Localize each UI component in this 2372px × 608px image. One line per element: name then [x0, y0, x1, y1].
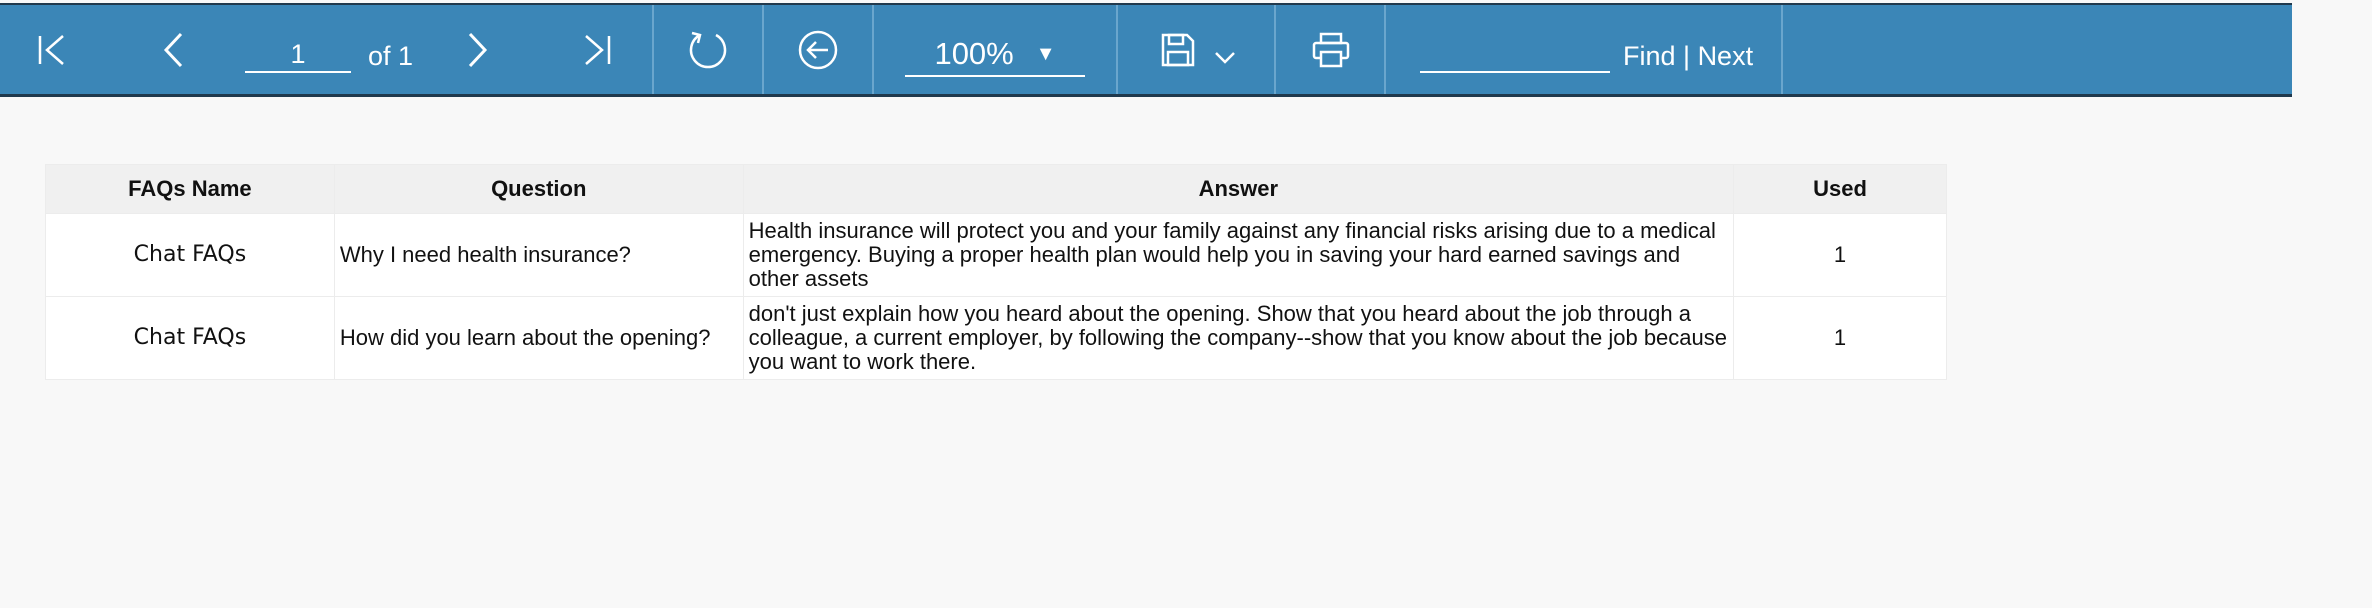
prev-page-icon — [163, 32, 183, 67]
cell-used: 1 — [1733, 213, 1947, 297]
first-page-button[interactable] — [30, 5, 74, 94]
print-icon — [1312, 32, 1350, 67]
table-row: Chat FAQs Why I need health insurance? H… — [45, 213, 1947, 297]
page-number-input[interactable]: 1 — [245, 37, 351, 73]
toolbar-divider — [1116, 5, 1118, 94]
faq-table: FAQs Name Question Answer Used Chat FAQs… — [45, 164, 1947, 380]
last-page-icon — [585, 34, 611, 65]
cell-question: Why I need health insurance? — [333, 213, 744, 297]
cell-faqs-name: Chat FAQs — [45, 296, 335, 380]
column-header-faqs-name: FAQs Name — [45, 164, 335, 214]
export-dropdown-button[interactable] — [1210, 13, 1240, 102]
refresh-icon — [689, 31, 727, 68]
cell-used: 1 — [1733, 296, 1947, 380]
save-icon — [1161, 33, 1195, 66]
find-input[interactable] — [1420, 37, 1610, 73]
column-header-answer: Answer — [742, 164, 1735, 214]
toolbar-divider — [762, 5, 764, 94]
table-row: Chat FAQs How did you learn about the op… — [45, 296, 1947, 380]
print-button[interactable] — [1308, 5, 1354, 94]
first-page-icon — [38, 34, 64, 65]
find-next-controls: Find | Next — [1623, 39, 1753, 73]
cell-question: How did you learn about the opening? — [333, 296, 744, 380]
find-button[interactable]: Find — [1623, 41, 1676, 71]
refresh-button[interactable] — [680, 5, 736, 94]
dropdown-arrow-icon: ▼ — [1035, 42, 1056, 65]
find-separator: | — [1675, 41, 1698, 71]
toolbar-divider — [1274, 5, 1276, 94]
cell-answer: Health insurance will protect you and yo… — [742, 213, 1735, 297]
cell-faqs-name: Chat FAQs — [45, 213, 335, 297]
next-page-button[interactable] — [455, 5, 499, 94]
toolbar-divider — [652, 5, 654, 94]
back-button[interactable] — [790, 5, 846, 94]
zoom-value: 100% — [934, 36, 1014, 71]
table-header-row: FAQs Name Question Answer Used — [45, 164, 1947, 214]
next-page-icon — [468, 32, 488, 67]
column-header-question: Question — [333, 164, 744, 214]
toolbar-divider — [1781, 5, 1783, 94]
cell-answer: don't just explain how you heard about t… — [742, 296, 1735, 380]
report-toolbar: 1 of 1 100% ▼ Find | Next — [0, 3, 2292, 97]
toolbar-divider — [1384, 5, 1386, 94]
last-page-button[interactable] — [575, 5, 619, 94]
prev-page-button[interactable] — [152, 5, 196, 94]
column-header-used: Used — [1733, 164, 1947, 214]
zoom-select[interactable]: 100% ▼ — [905, 33, 1085, 77]
page-count-label: of 1 — [368, 41, 414, 71]
chevron-down-icon — [1215, 51, 1235, 64]
toolbar-divider — [872, 5, 874, 94]
next-button[interactable]: Next — [1698, 41, 1754, 71]
back-icon — [798, 30, 838, 69]
save-button[interactable] — [1155, 5, 1201, 94]
